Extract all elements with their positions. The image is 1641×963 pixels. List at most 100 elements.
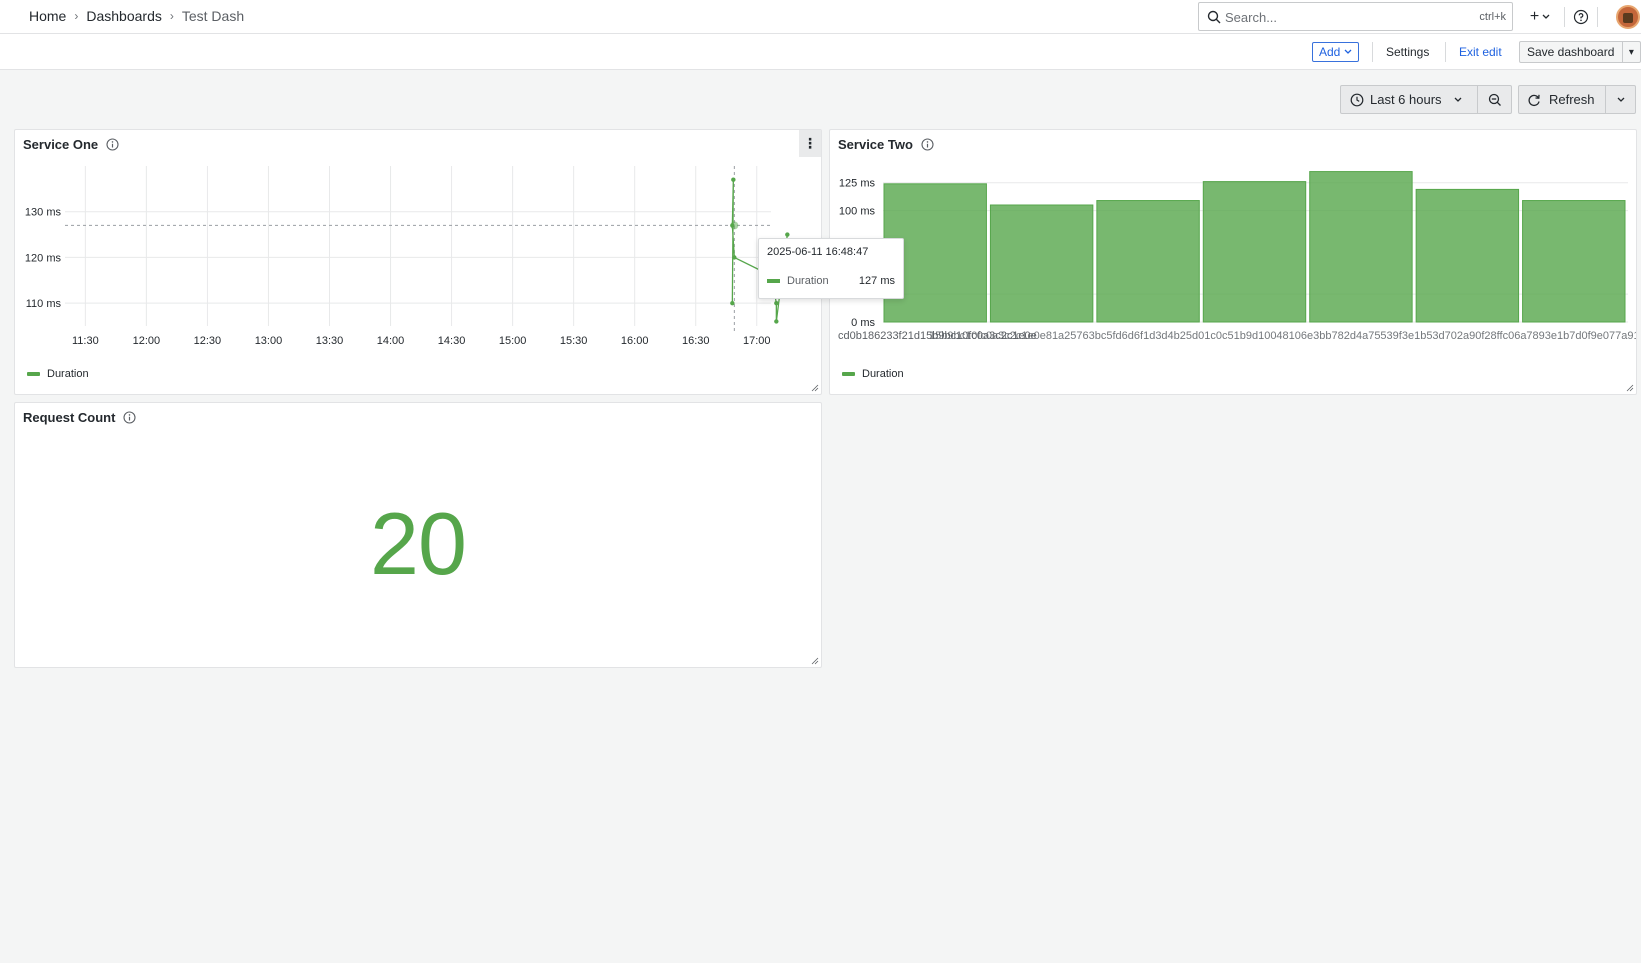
x-tick-label: 15b9bc10fc0a3c2c1e0e81a25763bc5fd6d6f1d3… (929, 330, 1636, 342)
x-tick-label: 16:00 (621, 335, 649, 347)
search-placeholder: Search... (1225, 10, 1278, 25)
y-tick-label: 0 ms (851, 317, 875, 329)
time-range-button[interactable]: Last 6 hours (1341, 86, 1478, 113)
divider (1597, 7, 1598, 27)
tooltip-value: 127 ms (858, 275, 895, 287)
x-tick-label: 15:30 (560, 335, 588, 347)
clock-icon (1350, 93, 1364, 106)
line-chart[interactable]: 110 ms 120 ms 130 ms 11:30 12:00 12:30 13:00 13… (15, 160, 821, 370)
data-point (730, 300, 735, 306)
resize-handle-icon[interactable] (811, 657, 819, 665)
y-tick-label: 110 ms (26, 298, 62, 310)
chevron-right-icon: › (74, 9, 79, 23)
save-dashboard-button[interactable]: Save dashboard ▾ (1519, 41, 1641, 63)
top-actions: + (1524, 5, 1606, 29)
chart-tooltip: 2025-06-11 16:48:47 Duration 127 ms (758, 238, 904, 299)
chevron-right-icon: › (169, 9, 174, 23)
panel-header: Request Count (23, 410, 137, 425)
refresh-label: Refresh (1549, 92, 1595, 107)
data-point (731, 177, 736, 182)
y-tick-label: 130 ms (25, 207, 62, 219)
help-icon[interactable] (1573, 9, 1589, 25)
bar (1202, 181, 1307, 323)
time-range-picker: Last 6 hours (1340, 85, 1512, 114)
y-tick-label: 120 ms (25, 252, 62, 264)
plus-icon: + (1529, 8, 1540, 25)
breadcrumb-home[interactable]: Home (29, 8, 66, 24)
search-icon (1207, 10, 1221, 24)
exit-edit-button[interactable]: Exit edit (1459, 45, 1502, 59)
chevron-down-icon (1542, 14, 1550, 19)
avatar[interactable] (1616, 5, 1640, 29)
bar (989, 204, 1094, 323)
legend-swatch (842, 372, 855, 376)
chart-legend[interactable]: Duration (27, 368, 89, 380)
zoom-out-icon (1488, 93, 1501, 106)
info-icon[interactable] (123, 411, 137, 424)
chevron-down-icon (1454, 97, 1462, 102)
data-point (774, 319, 779, 324)
search-shortcut: ctrl+k (1479, 11, 1506, 23)
refresh-interval-dropdown[interactable] (1606, 97, 1635, 103)
dashboard-edit-bar: Add Settings Exit edit Save dashboard ▾ (0, 34, 1641, 70)
panel-service-one[interactable]: Service One ⋮ 110 ms 120 ms 130 ms 11:30 12:… (14, 129, 822, 395)
resize-handle-icon[interactable] (1626, 384, 1634, 392)
tooltip-time: 2025-06-11 16:48:47 (767, 246, 869, 258)
top-nav: Home › Dashboards › Test Dash Search... … (0, 0, 1641, 34)
add-label: Add (1319, 45, 1341, 59)
refresh-icon (1528, 94, 1540, 106)
bar (1096, 200, 1200, 323)
search-input[interactable]: Search... ctrl+k (1198, 2, 1513, 31)
settings-button[interactable]: Settings (1386, 45, 1429, 59)
panel-header: Service One (23, 137, 119, 152)
info-icon[interactable] (921, 138, 934, 151)
refresh-button[interactable]: Refresh (1519, 86, 1606, 113)
x-tick-label: 13:30 (316, 335, 344, 347)
panel-title: Service One (23, 137, 99, 152)
bar (1309, 171, 1413, 323)
time-range-label: Last 6 hours (1370, 92, 1442, 107)
panel-menu-icon[interactable]: ⋮ (799, 130, 821, 157)
bar-chart[interactable]: 0 ms25 ms100 ms125 mscd0b186233f21d15b9b… (830, 160, 1636, 370)
legend-label: Duration (862, 368, 904, 380)
x-tick-label: 15:00 (499, 335, 527, 347)
panel-service-two[interactable]: Service Two 0 ms25 ms100 ms125 mscd0b186… (829, 129, 1637, 395)
breadcrumb: Home › Dashboards › Test Dash (29, 8, 244, 24)
breadcrumb-current: Test Dash (181, 8, 245, 24)
divider (1564, 7, 1565, 27)
y-tick-label: 125 ms (839, 178, 876, 190)
x-tick-label: 16:30 (682, 335, 710, 347)
tooltip-series: Duration (787, 275, 829, 287)
legend-swatch (27, 372, 40, 376)
tooltip-row: Duration 127 ms (767, 275, 895, 287)
y-tick-label: 100 ms (839, 206, 876, 218)
new-menu-button[interactable]: + (1524, 8, 1556, 26)
bar (1522, 200, 1626, 323)
data-point (785, 232, 790, 237)
resize-handle-icon[interactable] (811, 384, 819, 392)
x-tick-label: 17:00 (743, 335, 771, 347)
panel-title: Service Two (838, 137, 913, 152)
chevron-down-icon (1344, 49, 1352, 54)
bar (1415, 188, 1520, 323)
chevron-down-icon[interactable]: ▾ (1623, 47, 1639, 58)
legend-label: Duration (47, 368, 89, 380)
save-dashboard-label: Save dashboard (1520, 42, 1624, 62)
x-tick-label: 11:30 (72, 335, 99, 347)
panel-request-count[interactable]: Request Count 20 (14, 402, 822, 668)
divider (1372, 42, 1373, 62)
x-tick-labels: cd0b186233f21d15b9bc10fc0a3c2c1e0e15b9bc… (838, 330, 1636, 342)
zoom-out-button[interactable] (1478, 86, 1511, 113)
x-tick-label: 13:00 (255, 335, 283, 347)
refresh-picker: Refresh (1518, 85, 1636, 114)
stat-value: 20 (370, 494, 467, 593)
panel-title: Request Count (23, 410, 116, 425)
chart-legend[interactable]: Duration (842, 368, 904, 380)
info-icon[interactable] (106, 138, 119, 151)
chevron-down-icon (1617, 97, 1624, 102)
breadcrumb-dashboards[interactable]: Dashboards (86, 8, 162, 24)
add-button[interactable]: Add (1312, 42, 1360, 62)
divider (1445, 42, 1446, 62)
x-tick-label: 12:30 (194, 335, 222, 347)
data-point (732, 255, 737, 260)
